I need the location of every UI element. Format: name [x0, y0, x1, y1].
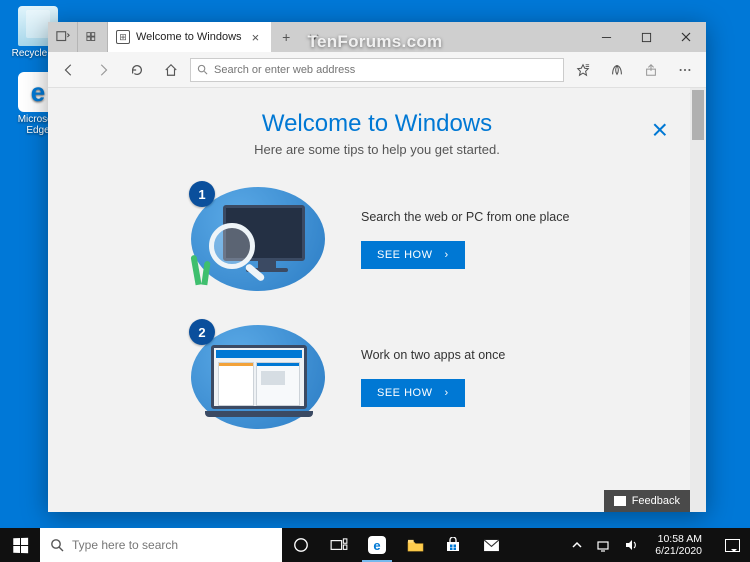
tip-1-graphic: 1 — [183, 179, 333, 299]
nav-refresh-button[interactable] — [122, 55, 152, 85]
tray-overflow-button[interactable] — [569, 541, 585, 549]
tip-2-graphic: 2 — [183, 317, 333, 437]
tip-2-see-how-button[interactable]: SEE HOW › — [361, 379, 465, 407]
start-button[interactable] — [0, 528, 40, 562]
action-center-button[interactable] — [716, 539, 748, 552]
settings-more-button[interactable] — [670, 55, 700, 85]
chevron-right-icon: › — [444, 249, 448, 261]
window-maximize-button[interactable] — [626, 22, 666, 52]
taskbar-edge-button[interactable]: e — [358, 528, 396, 562]
cortana-button[interactable] — [282, 528, 320, 562]
tip-1: 1 Search the web or PC from one place SE… — [48, 179, 706, 299]
see-how-label: SEE HOW — [377, 387, 432, 399]
feedback-button[interactable]: Feedback — [604, 490, 690, 512]
taskbar-search-placeholder: Type here to search — [72, 538, 178, 552]
reading-list-button[interactable] — [602, 55, 632, 85]
welcome-subtitle: Here are some tips to help you get start… — [48, 142, 706, 157]
clock-date: 6/21/2020 — [655, 545, 702, 557]
edge-browser-window: ⊞ Welcome to Windows × + — [48, 22, 706, 512]
tab-strip: ⊞ Welcome to Windows × + — [48, 22, 706, 52]
feedback-label: Feedback — [632, 495, 680, 507]
tray-network-icon[interactable] — [593, 538, 613, 552]
search-icon — [197, 64, 208, 75]
taskbar-file-explorer-button[interactable] — [396, 528, 434, 562]
tray-volume-icon[interactable] — [621, 538, 641, 552]
notification-icon — [725, 539, 740, 552]
chevron-right-icon: › — [444, 387, 448, 399]
clock-time: 10:58 AM — [655, 533, 702, 545]
share-button[interactable] — [636, 55, 666, 85]
address-input[interactable] — [214, 64, 557, 76]
scrollbar-thumb[interactable] — [692, 90, 704, 140]
new-tab-button[interactable]: + — [272, 22, 300, 52]
taskbar-search-box[interactable]: Type here to search — [40, 528, 282, 562]
taskbar: Type here to search e — [0, 528, 750, 562]
window-minimize-button[interactable] — [586, 22, 626, 52]
tip-1-desc: Search the web or PC from one place — [361, 209, 571, 227]
nav-back-button[interactable] — [54, 55, 84, 85]
tab-actions-button[interactable] — [300, 22, 328, 52]
tip-2-badge: 2 — [189, 319, 215, 345]
page-content: Welcome to Windows Here are some tips to… — [48, 88, 706, 512]
system-tray: 10:58 AM 6/21/2020 — [569, 528, 750, 562]
close-panel-button[interactable]: × — [652, 114, 668, 146]
welcome-title: Welcome to Windows — [48, 110, 706, 138]
tip-1-badge: 1 — [189, 181, 215, 207]
taskbar-store-button[interactable] — [434, 528, 472, 562]
tab-strip-drag-area[interactable] — [328, 22, 586, 52]
scrollbar-track[interactable] — [690, 88, 706, 512]
task-view-button[interactable] — [320, 528, 358, 562]
windows-logo-icon — [13, 537, 28, 552]
tip-2: 2 Work on two apps at once SEE HOW › — [48, 317, 706, 437]
tab-close-button[interactable]: × — [248, 30, 264, 45]
nav-forward-button[interactable] — [88, 55, 118, 85]
taskbar-clock[interactable]: 10:58 AM 6/21/2020 — [649, 533, 708, 557]
tab-favicon-icon: ⊞ — [116, 30, 130, 44]
set-tabs-aside-button[interactable] — [48, 22, 78, 52]
nav-home-button[interactable] — [156, 55, 186, 85]
tip-2-desc: Work on two apps at once — [361, 347, 571, 365]
address-bar[interactable] — [190, 58, 564, 82]
taskbar-mail-button[interactable] — [472, 528, 510, 562]
view-tabs-aside-button[interactable] — [78, 22, 108, 52]
tab-title: Welcome to Windows — [136, 31, 242, 43]
feedback-icon — [614, 496, 626, 506]
taskbar-pinned-apps: e — [282, 528, 510, 562]
search-icon — [50, 538, 64, 552]
favorites-button[interactable] — [568, 55, 598, 85]
see-how-label: SEE HOW — [377, 249, 432, 261]
address-toolbar — [48, 52, 706, 88]
tab-welcome-to-windows[interactable]: ⊞ Welcome to Windows × — [108, 22, 272, 52]
tip-1-see-how-button[interactable]: SEE HOW › — [361, 241, 465, 269]
window-close-button[interactable] — [666, 22, 706, 52]
edge-icon: e — [368, 536, 386, 554]
